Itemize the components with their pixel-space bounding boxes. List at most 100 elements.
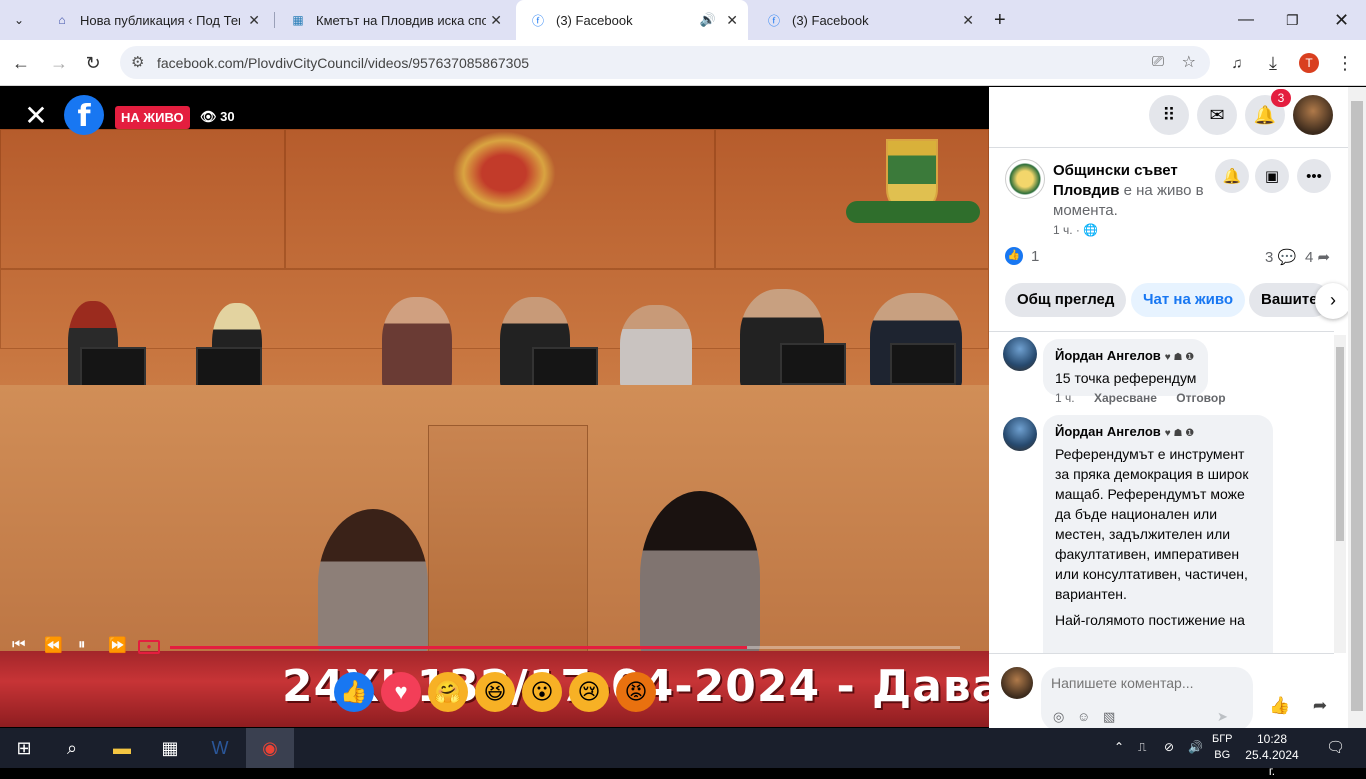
tab-strip: ⌄ ⌂ Нова публикация ‹ Под Тепет ✕ ▦ Кмет… (0, 0, 1366, 40)
emoji-icon[interactable]: ☺ (1077, 709, 1090, 724)
video-player[interactable]: 24XI-132/17-04-2024 - Даване н ✕ f НА ЖИ… (0, 87, 989, 728)
care-reaction-icon[interactable]: 🤗 (428, 672, 468, 712)
gif-icon[interactable]: ▧ (1103, 709, 1115, 725)
tab-overview[interactable]: Общ преглед (1005, 283, 1127, 317)
comment-text-continued: Най-голямото постижение на (1055, 612, 1245, 628)
minimize-button[interactable]: — (1238, 0, 1262, 40)
close-tab-icon[interactable]: ✕ (248, 12, 260, 29)
wifi-off-icon[interactable]: ⊘ (1164, 740, 1174, 754)
fast-forward-icon[interactable]: ⏩ (108, 636, 127, 654)
love-reaction-icon[interactable]: ♥ (381, 672, 421, 712)
commenter-avatar[interactable] (1003, 337, 1037, 371)
tab-live-chat[interactable]: Чат на живо (1131, 283, 1246, 317)
file-explorer-icon[interactable]: ▬ (98, 728, 146, 768)
store-icon[interactable]: ▦ (146, 728, 194, 768)
address-bar[interactable]: ⚙ facebook.com/PlovdivCityCouncil/videos… (120, 46, 1210, 79)
reply-comment-link[interactable]: Отговор (1176, 391, 1225, 405)
tab-facebook[interactable]: ⓕ (3) Facebook ✕ (752, 0, 984, 40)
tab-plovdiv-news[interactable]: ▦ Кметът на Пловдив иска спор ✕ (276, 0, 512, 40)
share-icon[interactable]: ➦ (1303, 689, 1337, 723)
comment-composer[interactable]: ◎ ☺ ▧ ➤ (1041, 667, 1253, 728)
volume-icon[interactable]: 🔊 (1188, 740, 1203, 754)
search-icon[interactable]: ⌕ (48, 728, 96, 768)
like-thumb-icon[interactable]: 👍 (1263, 689, 1297, 723)
post-timestamp[interactable]: 1 ч. · 🌐 (1053, 223, 1098, 237)
sticker-icon[interactable]: ◎ (1053, 709, 1064, 725)
download-icon[interactable]: ⤓ (1258, 48, 1288, 78)
wow-reaction-icon[interactable]: 😮 (522, 672, 562, 712)
site-info-icon[interactable]: ⚙ (131, 53, 144, 71)
progress-bar[interactable] (170, 646, 960, 649)
page-avatar[interactable] (1005, 159, 1045, 199)
share-count[interactable]: 4 ➦ (1305, 248, 1330, 266)
composer-avatar[interactable] (1001, 667, 1033, 699)
word-icon[interactable]: W (196, 728, 244, 768)
pause-icon[interactable]: ⏸ (78, 636, 86, 653)
bookmark-star-icon[interactable]: ☆ (1182, 52, 1196, 72)
video-controls: ⏮ ⏪ ⏸ ⏩ ● (0, 632, 989, 662)
site-icon: ▦ (292, 13, 304, 27)
video-frame: 24XI-132/17-04-2024 - Даване н (0, 129, 989, 727)
close-tab-icon[interactable]: ✕ (962, 12, 974, 29)
comment-meta: 1 ч. Харесване Отговор (1055, 391, 1226, 405)
comment-author[interactable]: Йордан Ангелов (1055, 348, 1161, 363)
tab-separator (274, 12, 275, 28)
tabs-divider (989, 331, 1334, 332)
tray-chevron-icon[interactable]: ⌃ (1114, 740, 1124, 754)
new-tab-button[interactable]: + (994, 0, 1018, 40)
chrome-icon[interactable]: ◉ (246, 728, 294, 768)
windows-start-icon[interactable]: ⊞ (0, 728, 48, 768)
comments-scrollbar[interactable] (1334, 335, 1346, 653)
commenter-avatar[interactable] (1003, 417, 1037, 451)
comment-input[interactable] (1051, 675, 1241, 691)
browser-menu-icon[interactable]: ⋮ (1330, 48, 1360, 78)
follow-bell-button[interactable]: 🔔 (1215, 159, 1249, 193)
tab-podtepeto[interactable]: ⌂ Нова публикация ‹ Под Тепет ✕ (40, 0, 270, 40)
comments-scroll-thumb[interactable] (1336, 347, 1344, 541)
haha-reaction-icon[interactable]: 😆 (475, 672, 515, 712)
like-count[interactable]: 1 (1031, 248, 1039, 265)
language-indicator[interactable]: БГР BG (1212, 731, 1233, 763)
profile-button[interactable]: T (1294, 48, 1324, 78)
page-scrollbar[interactable] (1348, 87, 1366, 728)
install-app-icon[interactable]: ⎚ (1152, 53, 1164, 70)
sad-reaction-icon[interactable]: 😢 (569, 672, 609, 712)
speaker-icon[interactable]: 🔊 (700, 12, 716, 28)
clock[interactable]: 10:28 25.4.2024 г. (1242, 731, 1302, 779)
reload-button[interactable]: ↻ (78, 48, 108, 78)
facebook-logo-icon[interactable]: f (64, 95, 104, 135)
like-comment-link[interactable]: Харесване (1094, 391, 1157, 405)
tab-facebook-active[interactable]: ⓕ (3) Facebook 🔊 ✕ (516, 0, 748, 40)
window-close-button[interactable]: ✕ (1334, 0, 1358, 40)
close-tab-icon[interactable]: ✕ (490, 12, 502, 29)
url-text[interactable]: facebook.com/PlovdivCityCouncil/videos/9… (157, 55, 529, 71)
close-tab-icon[interactable]: ✕ (726, 12, 738, 29)
back-button[interactable]: ← (6, 48, 36, 78)
rewind-icon[interactable]: ⏪ (44, 636, 63, 654)
page-scroll-thumb[interactable] (1351, 101, 1363, 711)
comment-time[interactable]: 1 ч. (1055, 391, 1075, 405)
browser-toolbar: ← → ↻ ⚙ facebook.com/PlovdivCityCouncil/… (0, 40, 1366, 86)
tab-search-button[interactable]: ⌄ (8, 0, 32, 40)
media-control-icon[interactable]: ♫ (1222, 48, 1252, 78)
angry-reaction-icon[interactable]: 😡 (616, 672, 656, 712)
live-indicator-icon[interactable]: ● (138, 640, 160, 654)
more-options-button[interactable]: ••• (1297, 159, 1331, 193)
comment-count[interactable]: 3 💬 (1265, 248, 1296, 266)
close-video-icon[interactable]: ✕ (22, 102, 50, 131)
messenger-icon[interactable]: ✉ (1197, 95, 1237, 135)
account-avatar[interactable] (1293, 95, 1333, 135)
restore-button[interactable]: ❐ (1286, 0, 1310, 40)
comment-author[interactable]: Йордан Ангелов (1055, 424, 1161, 439)
side-panel: ⠿ ✉ 🔔 3 Общински съвет Пловдив е на живо… (989, 87, 1366, 728)
notifications-icon[interactable]: 🗨 (1326, 738, 1345, 756)
skip-start-icon[interactable]: ⏮ (12, 636, 26, 653)
menu-grid-icon[interactable]: ⠿ (1149, 95, 1189, 135)
chevron-right-icon[interactable]: › (1315, 283, 1351, 319)
forward-button[interactable]: → (44, 48, 74, 78)
save-video-button[interactable]: ▣ (1255, 159, 1289, 193)
send-icon[interactable]: ➤ (1217, 709, 1228, 725)
badge-icons: ♥ ☗ ❶ (1164, 428, 1195, 439)
network-icon[interactable]: ⎍ (1138, 740, 1146, 755)
like-reaction-icon[interactable]: 👍 (334, 672, 374, 712)
